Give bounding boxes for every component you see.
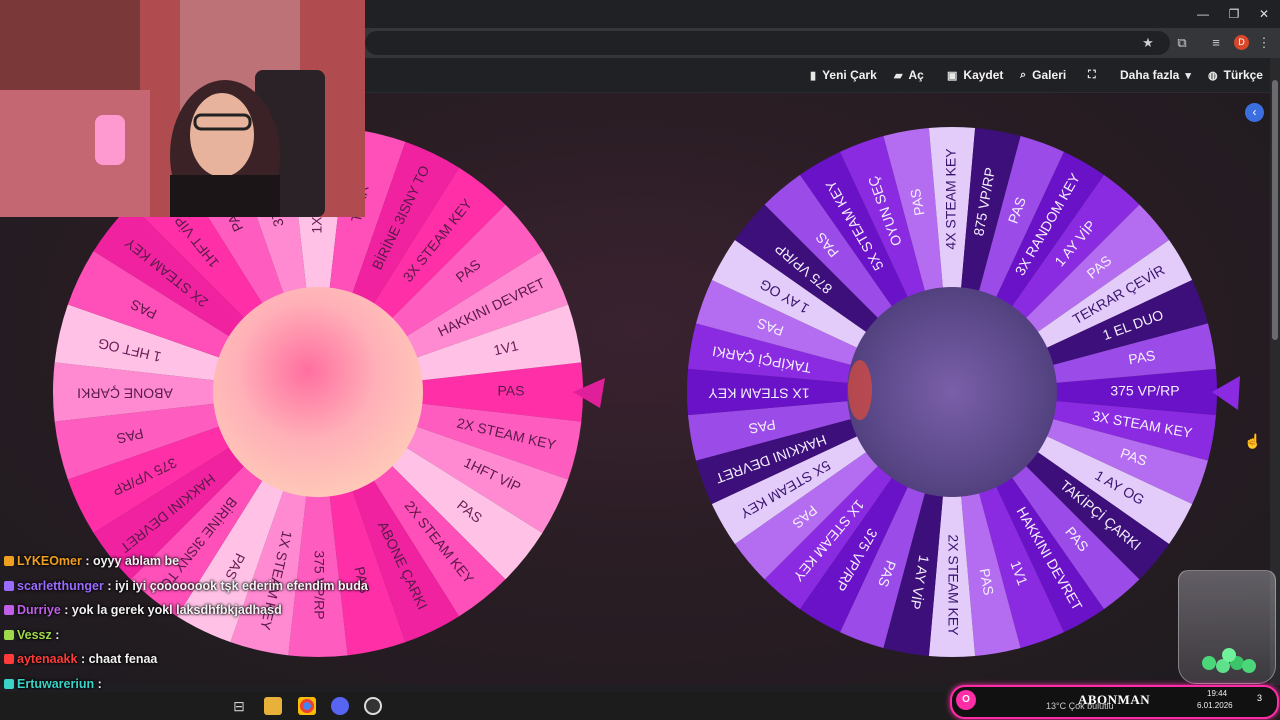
sub-badge: O xyxy=(956,690,976,710)
left-wheel-center[interactable] xyxy=(213,287,423,497)
wheel-segment-label: PAS xyxy=(498,383,525,399)
chat-badge-icon xyxy=(4,556,14,566)
chat-username: scarletthunger xyxy=(17,578,104,593)
chat-badge-icon xyxy=(4,629,14,640)
chat-username: LYKEOmer xyxy=(17,554,82,568)
wheel-segment-label: 1X STEAM KEY xyxy=(708,385,810,401)
wheel-segment-label: 4X STEAM KEY xyxy=(943,148,959,250)
chat-text: : xyxy=(51,627,60,642)
chat-message: LYKEOmer : oyyy ablam be xyxy=(4,554,179,568)
task-view-icon[interactable]: ⊟ xyxy=(230,697,248,715)
chat-message: Ertuwareriun : xyxy=(4,677,102,691)
chat-text: : chaat fenaa xyxy=(77,652,158,666)
chat-message: aytenaakk : chaat fenaa xyxy=(4,652,157,666)
chat-text: : oyyy ablam be xyxy=(81,554,180,568)
chat-badge-icon xyxy=(4,678,14,689)
chrome-app-icon[interactable] xyxy=(298,697,316,715)
chat-badge-icon xyxy=(4,605,14,615)
mouse-pointer-icon: ☝ xyxy=(1244,433,1262,449)
chat-message: scarletthunger : iyi iyi çoooooook tşk e… xyxy=(4,579,368,593)
obs-app-icon[interactable] xyxy=(364,697,382,715)
file-explorer-icon[interactable] xyxy=(264,697,282,715)
taskbar-time: 19:44 xyxy=(1207,689,1228,698)
chat-text: : xyxy=(94,676,102,691)
chat-message: Vessz : xyxy=(4,628,59,642)
right-center-flare xyxy=(848,360,872,420)
chat-text: : iyi iyi çoooooook tşk ederim efendim b… xyxy=(103,578,368,593)
chat-username: Ertuwareriun xyxy=(17,676,95,691)
wheel-segment-label: 375 VP/RP xyxy=(1110,383,1179,399)
chat-username: Durriye xyxy=(17,603,61,617)
right-wheel-center[interactable] xyxy=(847,287,1057,497)
chat-message: Durriye : yok la gerek yokl laksdhfbkjad… xyxy=(4,603,282,617)
chat-badge-icon xyxy=(4,580,14,591)
notification-count[interactable]: 3 xyxy=(1257,693,1262,703)
discord-app-icon[interactable] xyxy=(331,697,349,715)
chat-badge-icon xyxy=(4,654,14,664)
chat-username: aytenaakk xyxy=(17,652,78,666)
cup-overlay xyxy=(1178,570,1276,684)
wheel-segment-label: ABONE ÇARKI xyxy=(77,385,173,401)
webcam-feed xyxy=(0,0,365,217)
subscription-title: ABONMAN xyxy=(1078,692,1151,707)
scrollbar-thumb[interactable] xyxy=(1272,80,1278,340)
taskbar-date: 6.01.2026 xyxy=(1197,701,1233,710)
chat-username: Vessz xyxy=(17,627,52,642)
chat-text: : yok la gerek yokl laksdhfbkjadhasd xyxy=(60,603,282,617)
wheel-segment-label: 2X STEAM KEY xyxy=(945,534,961,636)
